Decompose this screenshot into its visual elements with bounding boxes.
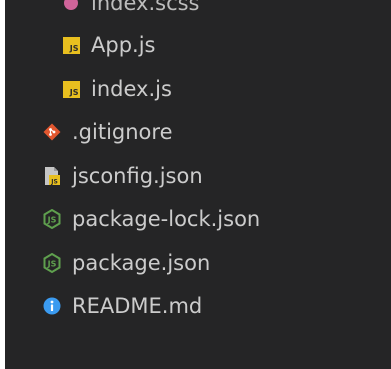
info-icon: [43, 297, 61, 315]
file-item-package-lock-json[interactable]: JS package-lock.json: [5, 204, 391, 234]
file-explorer-panel: index.scss JS App.js JS index.js .gitign…: [5, 0, 391, 369]
file-item-label: index.js: [91, 77, 172, 101]
git-icon: [43, 123, 61, 141]
nodejs-icon: JS: [43, 209, 61, 229]
svg-text:JS: JS: [47, 260, 57, 269]
file-item-gitignore[interactable]: .gitignore: [5, 117, 391, 147]
sass-icon: [62, 0, 80, 12]
nodejs-icon: JS: [43, 253, 61, 273]
file-item-readme-md[interactable]: README.md: [5, 291, 391, 321]
file-item-label: README.md: [72, 294, 203, 318]
file-item-label: package.json: [72, 251, 211, 275]
file-item-index-scss[interactable]: index.scss: [5, 0, 391, 18]
file-item-index-js[interactable]: JS index.js: [5, 74, 391, 104]
file-item-label: .gitignore: [72, 120, 173, 144]
file-item-label: jsconfig.json: [72, 164, 203, 188]
file-item-package-json[interactable]: JS package.json: [5, 248, 391, 278]
svg-text:JS: JS: [50, 179, 58, 186]
file-item-label: package-lock.json: [72, 207, 261, 231]
svg-text:JS: JS: [47, 216, 57, 225]
js-icon: JS: [62, 80, 80, 98]
js-icon: JS: [62, 36, 80, 54]
jsconfig-icon: JS: [43, 167, 61, 186]
file-item-label: App.js: [91, 33, 156, 57]
file-item-jsconfig-json[interactable]: JS jsconfig.json: [5, 161, 391, 191]
file-item-app-js[interactable]: JS App.js: [5, 30, 391, 60]
file-item-label: index.scss: [91, 0, 200, 15]
